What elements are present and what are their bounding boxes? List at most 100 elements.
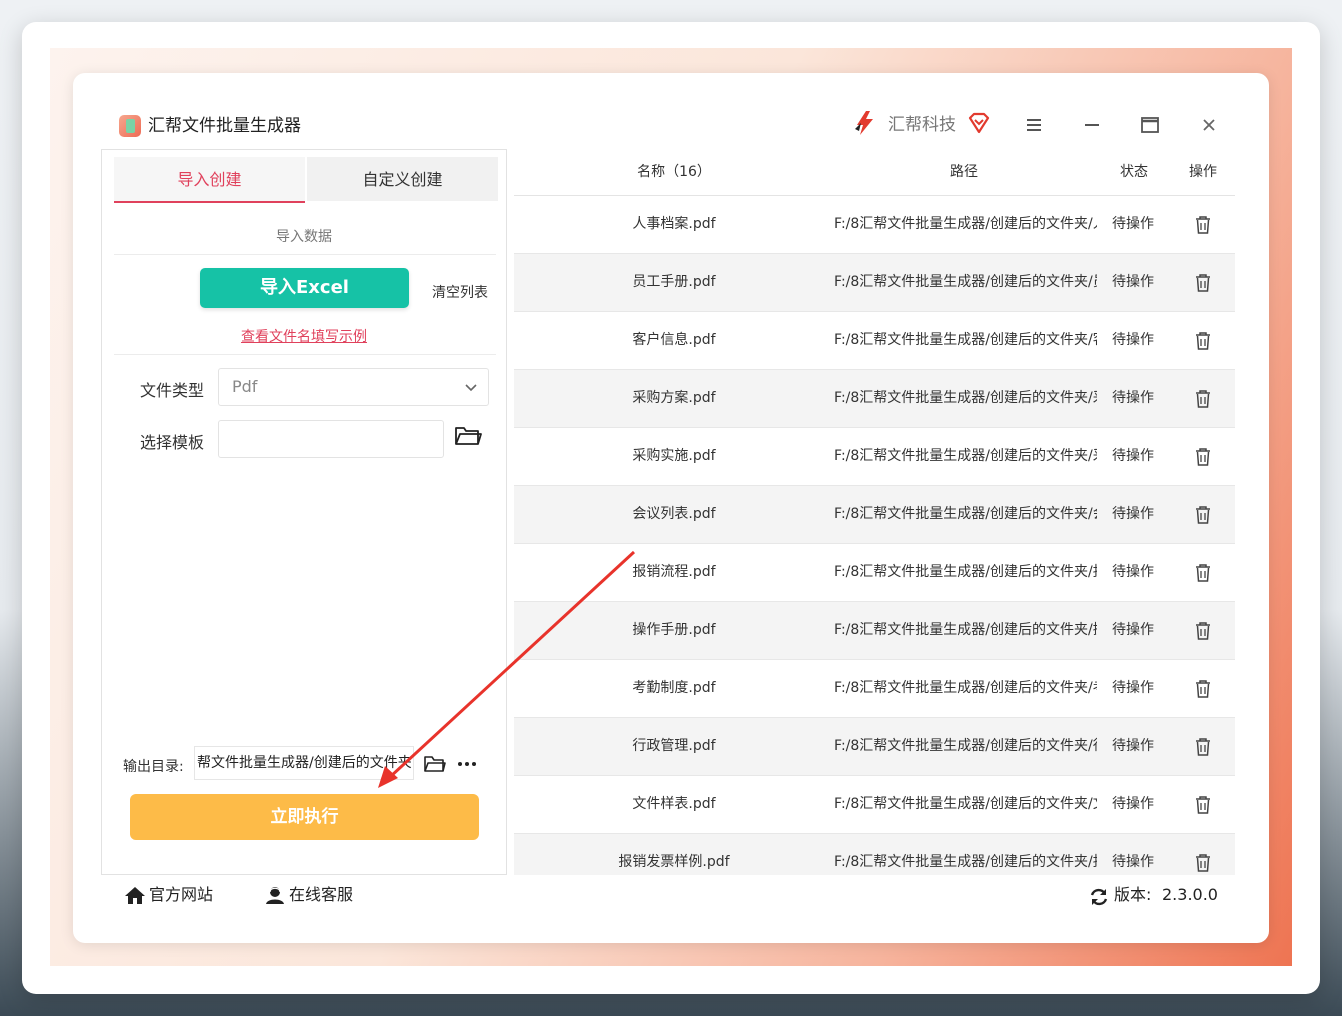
home-icon[interactable] (124, 885, 146, 905)
file-name: 报销流程.pdf (632, 564, 716, 580)
version-value: 2.3.0.0 (1162, 885, 1218, 904)
import-data-label: 导入数据 (276, 229, 332, 245)
filename-example-link[interactable]: 查看文件名填写示例 (102, 326, 506, 346)
file-path: F:/8汇帮文件批量生成器/创建后的文件夹/客户信息.pdf (834, 332, 1097, 348)
footer: 官方网站 在线客服 版本: 2.3.0.0 (73, 875, 1269, 915)
left-panel: 导入创建 自定义创建 导入数据 导入Excel 清空列表 查看文件名填写示例 文… (101, 149, 507, 875)
support-icon[interactable] (264, 885, 286, 905)
status-badge: 待操作 (1112, 506, 1154, 522)
file-path: F:/8汇帮文件批量生成器/创建后的文件夹/行政管理.pdf (834, 738, 1097, 754)
table-row[interactable]: 报销流程.pdf F:/8汇帮文件批量生成器/创建后的文件夹/报销流程.pdf 待操… (514, 544, 1235, 602)
file-path: F:/8汇帮文件批量生成器/创建后的文件夹/采购方案.pdf (834, 390, 1097, 406)
table-header: 名称（16） 路径 状态 操作 (514, 149, 1235, 196)
app-window: 汇帮文件批量生成器 汇帮科技 导入创建 自定义创建 导入数据 导入Excel 清… (73, 73, 1269, 943)
output-dir-label: 输出目录: (123, 759, 184, 775)
clear-list-button[interactable]: 清空列表 (432, 282, 488, 302)
output-dir-input[interactable]: 帮文件批量生成器/创建后的文件夹 (194, 746, 414, 780)
file-name: 会议列表.pdf (632, 506, 716, 522)
template-input[interactable] (218, 420, 444, 458)
header-action: 操作 (1189, 164, 1217, 180)
status-badge: 待操作 (1112, 274, 1154, 290)
file-type-value: Pdf (232, 377, 258, 396)
import-excel-button[interactable]: 导入Excel (200, 268, 409, 308)
trash-icon[interactable] (1194, 505, 1212, 525)
divider (114, 254, 496, 255)
file-path: F:/8汇帮文件批量生成器/创建后的文件夹/人事档案.pdf (834, 216, 1097, 232)
table-row[interactable]: 人事档案.pdf F:/8汇帮文件批量生成器/创建后的文件夹/人事档案.pdf 待操… (514, 196, 1235, 254)
trash-icon[interactable] (1194, 563, 1212, 583)
status-badge: 待操作 (1112, 680, 1154, 696)
version-label: 版本: (1114, 885, 1152, 904)
header-path[interactable]: 路径 (874, 149, 1054, 195)
table-row[interactable]: 会议列表.pdf F:/8汇帮文件批量生成器/创建后的文件夹/会议列表.pdf 待操… (514, 486, 1235, 544)
table-row[interactable]: 文件样表.pdf F:/8汇帮文件批量生成器/创建后的文件夹/文件样表.pdf 待操… (514, 776, 1235, 834)
menu-icon[interactable] (1022, 113, 1046, 137)
trash-icon[interactable] (1194, 389, 1212, 409)
file-name: 文件样表.pdf (632, 796, 716, 812)
status-badge: 待操作 (1112, 564, 1154, 580)
status-badge: 待操作 (1112, 216, 1154, 232)
file-type-label: 文件类型 (140, 381, 205, 400)
trash-icon[interactable] (1194, 679, 1212, 699)
app-logo-icon (119, 115, 141, 137)
tab-import-create[interactable]: 导入创建 (114, 157, 305, 203)
file-name: 人事档案.pdf (632, 216, 716, 232)
file-type-select[interactable]: Pdf (218, 368, 489, 406)
website-link[interactable]: 官方网站 (149, 885, 213, 905)
folder-icon[interactable] (454, 424, 482, 448)
file-path: F:/8汇帮文件批量生成器/创建后的文件夹/会议列表.pdf (834, 506, 1097, 522)
table-row[interactable]: 报销发票样例.pdf F:/8汇帮文件批量生成器/创建后的文件夹/报销发票样例.p… (514, 834, 1235, 875)
file-name: 采购实施.pdf (632, 448, 716, 464)
support-link[interactable]: 在线客服 (289, 885, 353, 905)
brand-logo-icon (855, 111, 873, 135)
diamond-icon[interactable] (967, 111, 991, 135)
trash-icon[interactable] (1194, 215, 1212, 235)
maximize-icon[interactable] (1138, 113, 1162, 137)
status-badge: 待操作 (1112, 738, 1154, 754)
header-name[interactable]: 名称（16） (574, 149, 774, 195)
file-path: F:/8汇帮文件批量生成器/创建后的文件夹/员工手册.pdf (834, 274, 1097, 290)
status-badge: 待操作 (1112, 332, 1154, 348)
title-bar: 汇帮文件批量生成器 汇帮科技 (73, 73, 1269, 149)
minimize-icon[interactable] (1080, 113, 1104, 137)
table-row[interactable]: 操作手册.pdf F:/8汇帮文件批量生成器/创建后的文件夹/操作手册.pdf 待操… (514, 602, 1235, 660)
trash-icon[interactable] (1194, 621, 1212, 641)
file-name: 客户信息.pdf (632, 332, 716, 348)
file-name: 行政管理.pdf (632, 738, 716, 754)
status-badge: 待操作 (1112, 448, 1154, 464)
brand-name: 汇帮科技 (888, 115, 956, 135)
file-name: 报销发票样例.pdf (618, 854, 730, 870)
file-path: F:/8汇帮文件批量生成器/创建后的文件夹/操作手册.pdf (834, 622, 1097, 638)
file-table: 名称（16） 路径 状态 操作 人事档案.pdf F:/8汇帮文件批量生成器/创建… (514, 149, 1235, 875)
trash-icon[interactable] (1194, 331, 1212, 351)
trash-icon[interactable] (1194, 273, 1212, 293)
divider (114, 354, 496, 355)
trash-icon[interactable] (1194, 447, 1212, 467)
file-path: F:/8汇帮文件批量生成器/创建后的文件夹/报销流程.pdf (834, 564, 1097, 580)
table-row[interactable]: 客户信息.pdf F:/8汇帮文件批量生成器/创建后的文件夹/客户信息.pdf 待操… (514, 312, 1235, 370)
app-title: 汇帮文件批量生成器 (148, 116, 301, 136)
chevron-down-icon (465, 384, 477, 392)
header-status[interactable]: 状态 (1106, 149, 1162, 195)
table-row[interactable]: 行政管理.pdf F:/8汇帮文件批量生成器/创建后的文件夹/行政管理.pdf 待操… (514, 718, 1235, 776)
tab-custom-create[interactable]: 自定义创建 (307, 157, 498, 201)
folder-icon[interactable] (424, 754, 446, 774)
run-now-button[interactable]: 立即执行 (130, 794, 479, 840)
mode-tabs: 导入创建 自定义创建 (114, 157, 498, 203)
table-row[interactable]: 员工手册.pdf F:/8汇帮文件批量生成器/创建后的文件夹/员工手册.pdf 待操… (514, 254, 1235, 312)
status-badge: 待操作 (1112, 796, 1154, 812)
trash-icon[interactable] (1194, 853, 1212, 873)
table-row[interactable]: 采购方案.pdf F:/8汇帮文件批量生成器/创建后的文件夹/采购方案.pdf 待操… (514, 370, 1235, 428)
trash-icon[interactable] (1194, 795, 1212, 815)
table-row[interactable]: 采购实施.pdf F:/8汇帮文件批量生成器/创建后的文件夹/采购实施.pdf 待操… (514, 428, 1235, 486)
template-label: 选择模板 (140, 433, 205, 452)
close-icon[interactable] (1197, 113, 1221, 137)
trash-icon[interactable] (1194, 737, 1212, 757)
more-icon[interactable] (456, 754, 478, 774)
file-path: F:/8汇帮文件批量生成器/创建后的文件夹/报销发票样例.pdf (834, 854, 1097, 870)
status-badge: 待操作 (1112, 622, 1154, 638)
refresh-icon[interactable] (1089, 887, 1109, 907)
file-path: F:/8汇帮文件批量生成器/创建后的文件夹/采购实施.pdf (834, 448, 1097, 464)
status-badge: 待操作 (1112, 390, 1154, 406)
table-row[interactable]: 考勤制度.pdf F:/8汇帮文件批量生成器/创建后的文件夹/考勤制度.pdf 待操… (514, 660, 1235, 718)
